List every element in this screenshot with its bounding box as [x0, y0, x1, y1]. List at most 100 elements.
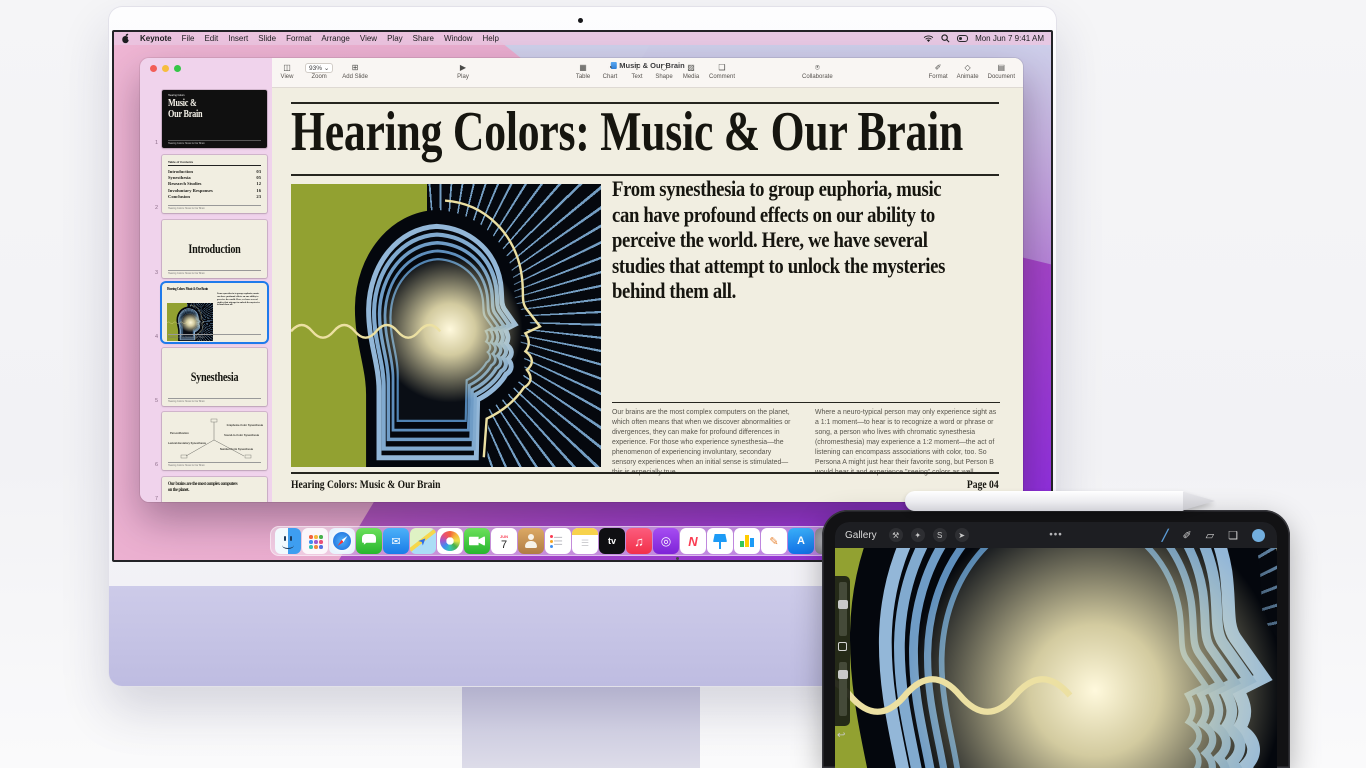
dock-icon-tv[interactable]: tv: [599, 528, 625, 554]
brush-tool-icon[interactable]: ╱: [1162, 529, 1169, 542]
collaborate-button[interactable]: ⍟ Collaborate: [802, 63, 833, 80]
play-button[interactable]: ▶ Play: [454, 63, 472, 80]
diagram-label: Personification: [170, 432, 189, 435]
dock-icon-facetime[interactable]: [464, 528, 490, 554]
selection-icon[interactable]: S: [933, 528, 947, 542]
animate-icon: ◇: [965, 63, 971, 73]
dock-icon-app-store[interactable]: A: [788, 528, 814, 554]
comment-icon: ❑: [718, 63, 725, 73]
slide-rule-bottom: [291, 472, 999, 474]
add-slide-button[interactable]: ⊞ Add Slide: [342, 63, 368, 80]
dock-icon-notes[interactable]: ☰: [572, 528, 598, 554]
minimize-window-button[interactable]: [162, 65, 169, 72]
text-button[interactable]: T Text: [628, 63, 646, 80]
procreate-toolbar: Gallery ⚒ ✦ S ➤ ••• ╱ ✐ ▱ ❏: [835, 522, 1277, 548]
menu-item-view[interactable]: View: [360, 34, 377, 43]
table-button[interactable]: ▦ Table: [574, 63, 592, 80]
undo-icon[interactable]: ↩: [837, 730, 845, 741]
wifi-icon[interactable]: [923, 34, 934, 43]
zoom-window-button[interactable]: [174, 65, 181, 72]
menu-item-slide[interactable]: Slide: [258, 34, 276, 43]
dock-icon-podcasts[interactable]: ◎: [653, 528, 679, 554]
slider-handle[interactable]: [838, 670, 848, 679]
slide-thumbnail-7[interactable]: Our brains are the most complex computer…: [162, 477, 267, 502]
slide-thumbnail-5[interactable]: Synesthesia Hearing Colors: Music & Our …: [162, 348, 267, 406]
chart-button[interactable]: ◔ Chart: [601, 63, 619, 80]
menu-item-edit[interactable]: Edit: [204, 34, 218, 43]
document-button[interactable]: ▤ Document: [988, 63, 1015, 80]
menu-bar-clock[interactable]: Mon Jun 7 9:41 AM: [975, 34, 1044, 43]
layers-icon[interactable]: ❏: [1228, 529, 1238, 542]
slide-head-artwork[interactable]: [291, 184, 601, 467]
adjustments-icon[interactable]: ✦: [911, 528, 925, 542]
menu-item-keynote[interactable]: Keynote: [140, 34, 172, 43]
keynote-toolbar: Music & Our Brain ◫ View 93% ⌄ Zoom: [272, 58, 1023, 88]
procreate-canvas[interactable]: ↩: [835, 548, 1277, 768]
slide-thumbnail-2[interactable]: Table of Contents Introduction03 Synesth…: [162, 155, 267, 213]
menu-item-insert[interactable]: Insert: [228, 34, 248, 43]
media-button[interactable]: ▨ Media: [682, 63, 700, 80]
slide-thumbnail-6[interactable]: Grapheme-Color Synesthesia Sound-to-Colo…: [162, 412, 267, 470]
color-swatch[interactable]: [1252, 529, 1265, 542]
dock-icon-photos[interactable]: [437, 528, 463, 554]
shape-button[interactable]: ⬡ Shape: [655, 63, 673, 80]
slide-body-columns[interactable]: Our brains are the most complex computer…: [612, 408, 1000, 478]
menu-item-help[interactable]: Help: [482, 34, 498, 43]
zoom-control[interactable]: 93% ⌄ Zoom: [305, 63, 333, 80]
dock-icon-finder[interactable]: [275, 528, 301, 554]
actions-wrench-icon[interactable]: ⚒: [889, 528, 903, 542]
slide-intro-text[interactable]: From synesthesia to group euphoria, musi…: [612, 176, 948, 304]
zoom-value-button[interactable]: 93% ⌄: [305, 63, 333, 73]
dock-icon-messages[interactable]: [356, 528, 382, 554]
macos-menu-bar: Keynote File Edit Insert Slide Format Ar…: [114, 32, 1051, 45]
slide3-title: Introduction: [188, 241, 240, 257]
artwork-head-svg: [291, 184, 601, 467]
dock-icon-numbers[interactable]: [734, 528, 760, 554]
gallery-button[interactable]: Gallery: [845, 530, 877, 541]
dock-icon-contacts[interactable]: [518, 528, 544, 554]
slide-thumbnail-3[interactable]: Introduction Hearing Colors: Music & Our…: [162, 220, 267, 278]
columns-rule-top: [612, 402, 1000, 403]
menu-item-file[interactable]: File: [182, 34, 195, 43]
zoom-label: Zoom: [311, 74, 326, 80]
menu-item-share[interactable]: Share: [413, 34, 434, 43]
dock-icon-mail[interactable]: ✉: [383, 528, 409, 554]
modify-button[interactable]: [838, 642, 847, 651]
transform-arrow-icon[interactable]: ➤: [955, 528, 969, 542]
dock-icon-pages[interactable]: ✎: [761, 528, 787, 554]
spotlight-search-icon[interactable]: [941, 34, 950, 43]
eraser-tool-icon[interactable]: ▱: [1206, 529, 1214, 542]
thumb-footer: Hearing Colors: Music & Our Brain: [168, 272, 205, 275]
dock-icon-safari[interactable]: [329, 528, 355, 554]
window-traffic-lights: [150, 65, 181, 72]
control-center-icon[interactable]: [957, 35, 968, 42]
slide-thumbnail-1[interactable]: Hearing Colors Music & Our Brain Hearing…: [162, 90, 267, 148]
apple-pencil: [905, 491, 1215, 511]
dock-icon-reminders[interactable]: ☰: [545, 528, 571, 554]
dock-icon-keynote[interactable]: [707, 528, 733, 554]
menu-item-window[interactable]: Window: [444, 34, 472, 43]
comment-button[interactable]: ❑ Comment: [709, 63, 735, 80]
menu-item-format[interactable]: Format: [286, 34, 311, 43]
smudge-tool-icon[interactable]: ✐: [1182, 529, 1191, 542]
multitask-dots[interactable]: •••: [1049, 530, 1063, 541]
close-window-button[interactable]: [150, 65, 157, 72]
apple-menu-icon[interactable]: [121, 33, 130, 44]
dock-icon-launchpad[interactable]: [302, 528, 328, 554]
menu-item-arrange[interactable]: Arrange: [321, 34, 349, 43]
dock-icon-music[interactable]: ♫: [626, 528, 652, 554]
imac-stand: [462, 687, 700, 768]
format-button[interactable]: ✐ Format: [929, 63, 948, 80]
dock-icon-news[interactable]: N: [680, 528, 706, 554]
dock-icon-calendar[interactable]: JUN 7: [491, 528, 517, 554]
animate-button[interactable]: ◇ Animate: [957, 63, 979, 80]
menu-item-play[interactable]: Play: [387, 34, 403, 43]
brush-size-slider[interactable]: [839, 582, 847, 636]
slide-thumbnail-4-selected[interactable]: Hearing Colors: Music & Our Brain From s…: [162, 283, 267, 342]
toc-row-page: 23: [256, 194, 261, 200]
dock-icon-maps[interactable]: ➤: [410, 528, 436, 554]
slide-title[interactable]: Hearing Colors: Music & Our Brain: [291, 104, 963, 160]
view-button[interactable]: ◫ View: [278, 63, 296, 80]
slider-handle[interactable]: [838, 600, 848, 609]
brush-opacity-slider[interactable]: [839, 662, 847, 716]
